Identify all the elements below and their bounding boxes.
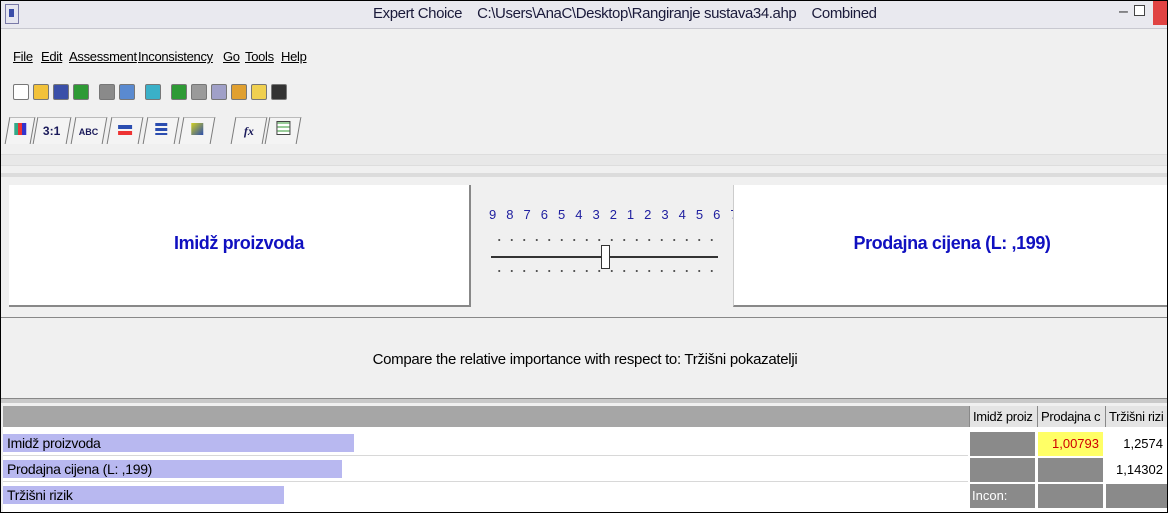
- splitter[interactable]: [1, 398, 1167, 403]
- file-path: C:\Users\AnaC\Desktop\Rangiranje sustava…: [477, 5, 797, 22]
- comparison-slider-thumb[interactable]: [601, 245, 610, 269]
- matrix-row[interactable]: Tržišni rizik Incon: 0,00: [3, 484, 1167, 508]
- tab-questionnaire[interactable]: [178, 117, 216, 144]
- menu-inconsistency-label: Inconsistency: [138, 49, 213, 64]
- scale-ticks-top: [493, 237, 719, 243]
- matrix-cell-selected[interactable]: 1,00793: [1037, 432, 1103, 456]
- left-element-box[interactable]: Imidž proizvoda: [9, 185, 471, 307]
- mode-label: Combined: [811, 5, 877, 22]
- right-element-label: Prodajna cijena (L: ,199): [853, 233, 1051, 253]
- tab-formula[interactable]: fx: [230, 117, 268, 144]
- divider: [1, 317, 1167, 318]
- restore-icon[interactable]: [1134, 5, 1145, 16]
- tab-tree[interactable]: [4, 117, 36, 144]
- title-bar: Expert Choice C:\Users\AnaC\Desktop\Rang…: [1, 1, 1167, 29]
- column-header[interactable]: Imidž proiz: [969, 406, 1037, 427]
- row-divider: [3, 455, 968, 456]
- tab-graphical[interactable]: [106, 117, 144, 144]
- save-icon[interactable]: [53, 84, 69, 100]
- menu-help-label: Help: [281, 49, 307, 64]
- row-divider: [3, 481, 968, 482]
- minimize-icon[interactable]: –: [1119, 3, 1128, 21]
- menu-bar: File Edit Assessment Inconsistency Go To…: [1, 49, 1167, 69]
- print-icon[interactable]: [99, 84, 115, 100]
- tab-verbal-label: ABC: [78, 127, 99, 137]
- green-table-icon[interactable]: [171, 84, 187, 100]
- bar-chart-icon: [118, 125, 133, 135]
- prompt-area: Compare the relative importance with res…: [3, 321, 1167, 397]
- menu-help[interactable]: Help: [281, 49, 307, 64]
- inconsistency-cell: Incon: 0,00: [969, 484, 1035, 508]
- tab-strip: 3:1 ABC fx: [4, 111, 345, 149]
- row-label: Imidž proizvoda: [7, 435, 101, 451]
- matrix-header: Imidž proiz Prodajna c Tržišni rizi: [3, 406, 1167, 427]
- menu-tools[interactable]: Tools: [245, 49, 274, 64]
- open-folder-icon[interactable]: [33, 84, 49, 100]
- pointer-arrow-icon[interactable]: [251, 84, 267, 100]
- menu-file-label: File: [13, 49, 33, 64]
- grid-icon: [276, 121, 291, 135]
- app-window: Expert Choice C:\Users\AnaC\Desktop\Rang…: [0, 0, 1168, 513]
- menu-inconsistency[interactable]: Inconsistency: [138, 49, 213, 64]
- divider: [1, 154, 1167, 166]
- menu-tools-label: Tools: [245, 49, 274, 64]
- matrix-cell[interactable]: 1,2574: [1105, 432, 1167, 456]
- tab-verbal[interactable]: ABC: [70, 117, 108, 144]
- menu-edit-label: Edit: [41, 49, 63, 64]
- green-check-icon[interactable]: [73, 84, 89, 100]
- tab-data-grid[interactable]: [264, 117, 302, 144]
- comparison-panel: Imidž proizvoda 9 8 7 6 5 4 3 2 1 2 3 4 …: [3, 181, 1167, 311]
- lines-icon: [155, 123, 168, 135]
- menu-file[interactable]: File: [13, 49, 33, 64]
- menu-assessment[interactable]: Assessment: [69, 49, 137, 64]
- hierarchy-icon[interactable]: [145, 84, 161, 100]
- row-label: Prodajna cijena (L: ,199): [7, 461, 153, 477]
- column-header[interactable]: Prodajna c: [1037, 406, 1105, 427]
- right-element-box[interactable]: Prodajna cijena (L: ,199): [733, 185, 1167, 307]
- toolbar: [13, 84, 313, 106]
- close-icon[interactable]: [1153, 1, 1167, 25]
- tab-pairwise-numeric-label: 3:1: [43, 124, 61, 138]
- tab-pairwise-numeric[interactable]: 3:1: [32, 117, 72, 144]
- new-file-icon[interactable]: [13, 84, 29, 100]
- menu-assessment-label: Assessment: [69, 49, 137, 64]
- comparison-prompt: Compare the relative importance with res…: [372, 351, 798, 368]
- colorful-tree-icon: [14, 123, 27, 135]
- help-person-icon[interactable]: [231, 84, 247, 100]
- calculator-icon[interactable]: [191, 84, 207, 100]
- menu-edit[interactable]: Edit: [41, 49, 63, 64]
- divider: [1, 173, 1167, 177]
- matrix-row[interactable]: Prodajna cijena (L: ,199) 1,14302: [3, 458, 1167, 482]
- app-icon[interactable]: [5, 4, 19, 24]
- questionnaire-icon: [191, 123, 204, 135]
- up-arrow-icon[interactable]: [271, 84, 287, 100]
- matrix-cell[interactable]: [969, 432, 1035, 456]
- matrix-cell[interactable]: [969, 458, 1035, 482]
- network-icon[interactable]: [211, 84, 227, 100]
- menu-go[interactable]: Go: [223, 49, 240, 64]
- matrix-cell[interactable]: [1037, 484, 1103, 508]
- menu-go-label: Go: [223, 49, 240, 64]
- window-title: Expert Choice C:\Users\AnaC\Desktop\Rang…: [373, 5, 877, 22]
- row-label: Tržišni rizik: [7, 487, 73, 503]
- comparison-matrix: Imidž proiz Prodajna c Tržišni rizi Imid…: [3, 406, 1167, 512]
- matrix-cell[interactable]: [1105, 484, 1167, 508]
- matrix-cell[interactable]: 1,14302: [1105, 458, 1167, 482]
- left-element-label: Imidž proizvoda: [173, 233, 304, 253]
- app-name: Expert Choice: [373, 5, 463, 22]
- matrix-row[interactable]: Imidž proizvoda 1,00793 1,2574: [3, 432, 1167, 456]
- tab-formula-label: fx: [243, 124, 254, 138]
- column-header[interactable]: Tržišni rizi: [1105, 406, 1167, 427]
- print-preview-icon[interactable]: [119, 84, 135, 100]
- matrix-cell[interactable]: [1037, 458, 1103, 482]
- tab-lines[interactable]: [142, 117, 180, 144]
